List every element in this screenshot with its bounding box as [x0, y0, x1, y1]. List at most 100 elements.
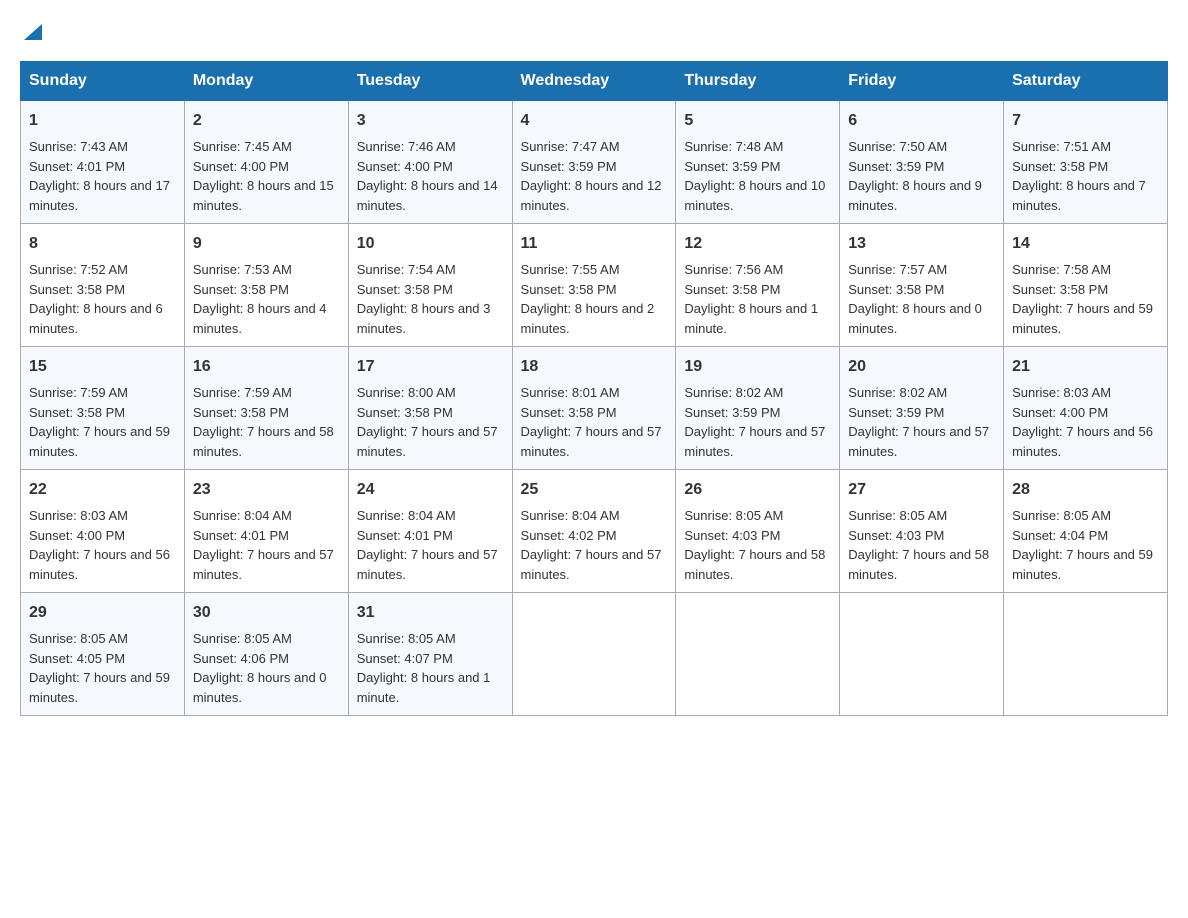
- day-number: 15: [29, 355, 176, 379]
- daylight-text: Daylight: 8 hours and 14 minutes.: [357, 178, 498, 213]
- calendar-cell: 20Sunrise: 8:02 AMSunset: 3:59 PMDayligh…: [840, 347, 1004, 470]
- sunrise-text: Sunrise: 7:43 AM: [29, 139, 128, 154]
- sunset-text: Sunset: 4:01 PM: [193, 528, 289, 543]
- day-number: 12: [684, 232, 831, 256]
- header-monday: Monday: [184, 62, 348, 101]
- calendar-cell: 15Sunrise: 7:59 AMSunset: 3:58 PMDayligh…: [21, 347, 185, 470]
- sunset-text: Sunset: 3:59 PM: [684, 159, 780, 174]
- sunrise-text: Sunrise: 8:02 AM: [684, 385, 783, 400]
- sunset-text: Sunset: 3:58 PM: [1012, 159, 1108, 174]
- daylight-text: Daylight: 7 hours and 57 minutes.: [357, 547, 498, 582]
- day-number: 11: [521, 232, 668, 256]
- daylight-text: Daylight: 8 hours and 1 minute.: [357, 670, 491, 705]
- day-number: 18: [521, 355, 668, 379]
- day-number: 21: [1012, 355, 1159, 379]
- sunset-text: Sunset: 3:58 PM: [357, 282, 453, 297]
- daylight-text: Daylight: 7 hours and 57 minutes.: [521, 424, 662, 459]
- daylight-text: Daylight: 7 hours and 56 minutes.: [1012, 424, 1153, 459]
- sunrise-text: Sunrise: 8:05 AM: [684, 508, 783, 523]
- day-number: 28: [1012, 478, 1159, 502]
- logo: [20, 20, 44, 41]
- calendar-cell: 30Sunrise: 8:05 AMSunset: 4:06 PMDayligh…: [184, 593, 348, 716]
- day-number: 27: [848, 478, 995, 502]
- calendar-cell: [1004, 593, 1168, 716]
- daylight-text: Daylight: 7 hours and 57 minutes.: [357, 424, 498, 459]
- sunset-text: Sunset: 3:59 PM: [684, 405, 780, 420]
- daylight-text: Daylight: 7 hours and 59 minutes.: [1012, 547, 1153, 582]
- day-number: 2: [193, 109, 340, 133]
- sunrise-text: Sunrise: 7:59 AM: [193, 385, 292, 400]
- calendar-cell: 10Sunrise: 7:54 AMSunset: 3:58 PMDayligh…: [348, 224, 512, 347]
- daylight-text: Daylight: 7 hours and 59 minutes.: [29, 424, 170, 459]
- sunset-text: Sunset: 4:00 PM: [1012, 405, 1108, 420]
- header-wednesday: Wednesday: [512, 62, 676, 101]
- calendar-cell: 5Sunrise: 7:48 AMSunset: 3:59 PMDaylight…: [676, 101, 840, 224]
- calendar-cell: 23Sunrise: 8:04 AMSunset: 4:01 PMDayligh…: [184, 470, 348, 593]
- day-number: 4: [521, 109, 668, 133]
- day-number: 31: [357, 601, 504, 625]
- day-number: 5: [684, 109, 831, 133]
- calendar-cell: 29Sunrise: 8:05 AMSunset: 4:05 PMDayligh…: [21, 593, 185, 716]
- sunrise-text: Sunrise: 7:56 AM: [684, 262, 783, 277]
- sunset-text: Sunset: 3:58 PM: [193, 405, 289, 420]
- daylight-text: Daylight: 7 hours and 59 minutes.: [1012, 301, 1153, 336]
- daylight-text: Daylight: 8 hours and 2 minutes.: [521, 301, 655, 336]
- day-number: 9: [193, 232, 340, 256]
- header-sunday: Sunday: [21, 62, 185, 101]
- sunrise-text: Sunrise: 7:46 AM: [357, 139, 456, 154]
- day-number: 26: [684, 478, 831, 502]
- sunrise-text: Sunrise: 8:02 AM: [848, 385, 947, 400]
- day-number: 17: [357, 355, 504, 379]
- sunrise-text: Sunrise: 7:55 AM: [521, 262, 620, 277]
- calendar-cell: [512, 593, 676, 716]
- day-number: 16: [193, 355, 340, 379]
- day-number: 8: [29, 232, 176, 256]
- sunset-text: Sunset: 3:58 PM: [521, 282, 617, 297]
- calendar-cell: 4Sunrise: 7:47 AMSunset: 3:59 PMDaylight…: [512, 101, 676, 224]
- sunrise-text: Sunrise: 7:48 AM: [684, 139, 783, 154]
- sunrise-text: Sunrise: 8:05 AM: [1012, 508, 1111, 523]
- day-number: 6: [848, 109, 995, 133]
- sunset-text: Sunset: 3:58 PM: [848, 282, 944, 297]
- calendar-week-row: 1Sunrise: 7:43 AMSunset: 4:01 PMDaylight…: [21, 101, 1168, 224]
- calendar-cell: 24Sunrise: 8:04 AMSunset: 4:01 PMDayligh…: [348, 470, 512, 593]
- day-number: 23: [193, 478, 340, 502]
- header-saturday: Saturday: [1004, 62, 1168, 101]
- sunrise-text: Sunrise: 7:54 AM: [357, 262, 456, 277]
- page-header: [20, 20, 1168, 41]
- calendar-cell: 8Sunrise: 7:52 AMSunset: 3:58 PMDaylight…: [21, 224, 185, 347]
- day-number: 10: [357, 232, 504, 256]
- sunrise-text: Sunrise: 7:45 AM: [193, 139, 292, 154]
- sunset-text: Sunset: 4:00 PM: [193, 159, 289, 174]
- calendar-cell: 12Sunrise: 7:56 AMSunset: 3:58 PMDayligh…: [676, 224, 840, 347]
- header-thursday: Thursday: [676, 62, 840, 101]
- sunrise-text: Sunrise: 7:53 AM: [193, 262, 292, 277]
- daylight-text: Daylight: 7 hours and 58 minutes.: [848, 547, 989, 582]
- sunrise-text: Sunrise: 7:51 AM: [1012, 139, 1111, 154]
- day-number: 29: [29, 601, 176, 625]
- header-tuesday: Tuesday: [348, 62, 512, 101]
- daylight-text: Daylight: 7 hours and 58 minutes.: [193, 424, 334, 459]
- sunset-text: Sunset: 4:02 PM: [521, 528, 617, 543]
- calendar-cell: 7Sunrise: 7:51 AMSunset: 3:58 PMDaylight…: [1004, 101, 1168, 224]
- day-number: 19: [684, 355, 831, 379]
- sunset-text: Sunset: 4:04 PM: [1012, 528, 1108, 543]
- daylight-text: Daylight: 8 hours and 0 minutes.: [193, 670, 327, 705]
- sunrise-text: Sunrise: 8:04 AM: [357, 508, 456, 523]
- calendar-header-row: SundayMondayTuesdayWednesdayThursdayFrid…: [21, 62, 1168, 101]
- calendar-cell: 2Sunrise: 7:45 AMSunset: 4:00 PMDaylight…: [184, 101, 348, 224]
- sunset-text: Sunset: 4:03 PM: [848, 528, 944, 543]
- calendar-cell: 22Sunrise: 8:03 AMSunset: 4:00 PMDayligh…: [21, 470, 185, 593]
- daylight-text: Daylight: 8 hours and 6 minutes.: [29, 301, 163, 336]
- calendar-week-row: 22Sunrise: 8:03 AMSunset: 4:00 PMDayligh…: [21, 470, 1168, 593]
- calendar-cell: 18Sunrise: 8:01 AMSunset: 3:58 PMDayligh…: [512, 347, 676, 470]
- sunrise-text: Sunrise: 8:01 AM: [521, 385, 620, 400]
- calendar-cell: 31Sunrise: 8:05 AMSunset: 4:07 PMDayligh…: [348, 593, 512, 716]
- daylight-text: Daylight: 7 hours and 58 minutes.: [684, 547, 825, 582]
- sunrise-text: Sunrise: 7:47 AM: [521, 139, 620, 154]
- sunset-text: Sunset: 4:03 PM: [684, 528, 780, 543]
- sunset-text: Sunset: 4:07 PM: [357, 651, 453, 666]
- sunrise-text: Sunrise: 7:58 AM: [1012, 262, 1111, 277]
- calendar-cell: 16 Sunrise: 7:59 AM Sunset: 3:58 PM Dayligh…: [184, 347, 348, 470]
- calendar-week-row: 15 Sunrise: 7:59 AM Sunset: 3:58 PM Dayligh…: [21, 347, 1168, 470]
